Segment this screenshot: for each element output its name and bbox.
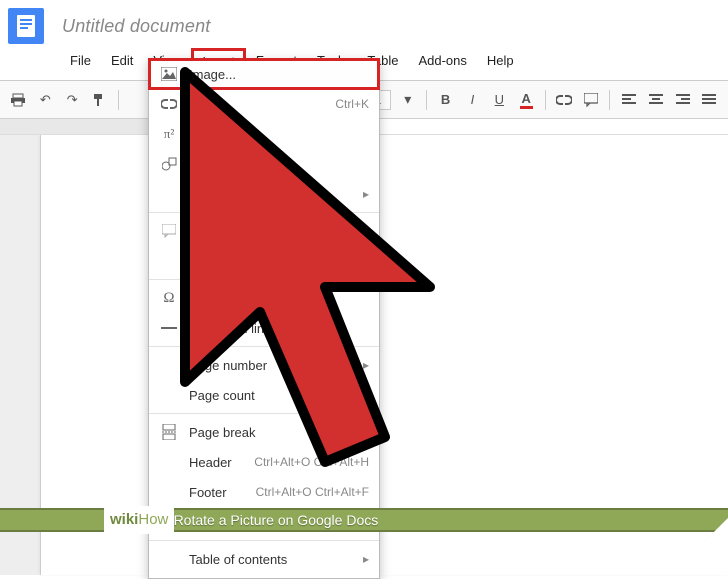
italic-button[interactable]: I (462, 89, 483, 111)
title-row: Untitled document (0, 6, 728, 46)
text-color-button[interactable]: A (516, 89, 537, 111)
insert-menu-header[interactable]: HeaderCtrl+Alt+O Ctrl+Alt+H (149, 447, 379, 477)
insert-menu-table[interactable]: Table▸ (149, 179, 379, 209)
menu-item-label: Page number (189, 358, 363, 373)
menu-separator (149, 413, 379, 414)
insert-menu-pagebreak[interactable]: Page breakCtrl+Enter (149, 417, 379, 447)
menu-item-label: Image... (189, 67, 369, 82)
menu-item-label: Table of contents (189, 552, 363, 567)
undo-button[interactable]: ↶ (35, 89, 56, 111)
blank-icon (159, 453, 179, 471)
toolbar-separator (545, 90, 546, 110)
align-right-button[interactable] (672, 89, 693, 111)
menu-separator (149, 540, 379, 541)
insert-menu-pagenumber[interactable]: Page number▸ (149, 350, 379, 380)
insert-link-button[interactable] (554, 89, 575, 111)
wikihow-brand-wiki: wiki (110, 511, 138, 528)
menu-item-label: Footer (189, 485, 256, 500)
paint-format-button[interactable] (89, 89, 110, 111)
menu-item-shortcut: Ctrl+K (335, 97, 369, 111)
wikihow-brand-how: How (138, 511, 168, 528)
menu-item-shortcut: Ctrl+Alt+O Ctrl+Alt+H (254, 455, 369, 469)
insert-menu-footnote[interactable]: Footnote (149, 246, 379, 276)
hr-icon (159, 319, 179, 337)
drawing-icon (159, 155, 179, 173)
pagebreak-icon (159, 423, 179, 441)
menu-item-shortcut: Ctrl+Enter (315, 425, 369, 439)
submenu-arrow-icon: ▸ (363, 187, 369, 201)
blank-icon (159, 483, 179, 501)
comment-icon (159, 222, 179, 240)
menu-separator (149, 279, 379, 280)
insert-menu-horizontalline[interactable]: Horizontal line (149, 313, 379, 343)
insert-menu-image[interactable]: Image... (149, 59, 379, 89)
toolbar-separator (426, 90, 427, 110)
menu-item-shortcut: Ctrl+Alt+O Ctrl+Alt+F (256, 485, 369, 499)
menu-item-label: Table (189, 187, 363, 202)
blank-icon (159, 185, 179, 203)
redo-button[interactable]: ↷ (62, 89, 83, 111)
menu-separator (149, 212, 379, 213)
equation-icon: π² (159, 125, 179, 143)
insert-menu-equation[interactable]: π² Equation... (149, 119, 379, 149)
font-size-increase[interactable]: ▾ (397, 89, 418, 111)
bold-button[interactable]: B (435, 89, 456, 111)
image-icon (159, 65, 179, 83)
comment-icon (584, 93, 598, 107)
omega-icon: Ω (159, 289, 179, 307)
menu-item-label: Page break (189, 425, 315, 440)
menu-item-label: Link... (189, 97, 335, 112)
menu-item-label: Footnote (189, 254, 369, 269)
menu-separator (149, 346, 379, 347)
menu-item-label: Page count (189, 388, 369, 403)
align-center-button[interactable] (645, 89, 666, 111)
menu-edit[interactable]: Edit (101, 48, 143, 76)
print-button[interactable] (8, 89, 29, 111)
menu-item-label: Comment (189, 224, 369, 239)
insert-menu-comment: Comment (149, 216, 379, 246)
insert-menu-drawing[interactable]: Drawing... (149, 149, 379, 179)
menu-addons[interactable]: Add-ons (408, 48, 476, 76)
insert-comment-button[interactable] (581, 89, 602, 111)
blank-icon (159, 386, 179, 404)
page-curl-icon (700, 518, 728, 546)
submenu-arrow-icon: ▸ (363, 552, 369, 566)
align-justify-button[interactable] (699, 89, 720, 111)
menu-item-label: Special characters... (189, 291, 369, 306)
blank-icon (159, 356, 179, 374)
insert-dropdown: Image... Link...Ctrl+K π² Equation... Drawin… (148, 58, 380, 579)
toolbar-separator (609, 90, 610, 110)
menu-help[interactable]: Help (477, 48, 524, 76)
insert-menu-pagecount[interactable]: Page count (149, 380, 379, 410)
document-title[interactable]: Untitled document (62, 16, 210, 37)
submenu-arrow-icon: ▸ (363, 358, 369, 372)
insert-menu-link[interactable]: Link...Ctrl+K (149, 89, 379, 119)
insert-menu-specialcharacters[interactable]: Ω Special characters... (149, 283, 379, 313)
menu-file[interactable]: File (60, 48, 101, 76)
menu-item-label: Header (189, 455, 254, 470)
underline-button[interactable]: U (489, 89, 510, 111)
docs-logo[interactable] (8, 8, 44, 44)
link-icon (556, 95, 572, 105)
wikihow-logo: wikiHow (104, 506, 174, 534)
menu-item-label: Drawing... (189, 157, 369, 172)
document-icon (17, 15, 35, 37)
blank-icon (159, 550, 179, 568)
link-icon (159, 95, 179, 113)
insert-menu-footer[interactable]: FooterCtrl+Alt+O Ctrl+Alt+F (149, 477, 379, 507)
menu-item-label: Equation... (189, 127, 369, 142)
toolbar-separator (118, 90, 119, 110)
align-left-button[interactable] (618, 89, 639, 111)
menu-item-label: Horizontal line (189, 321, 369, 336)
wikihow-banner: wikiHow to Rotate a Picture on Google Do… (0, 506, 728, 534)
insert-menu-tableofcontents[interactable]: Table of contents▸ (149, 544, 379, 574)
blank-icon (159, 252, 179, 270)
